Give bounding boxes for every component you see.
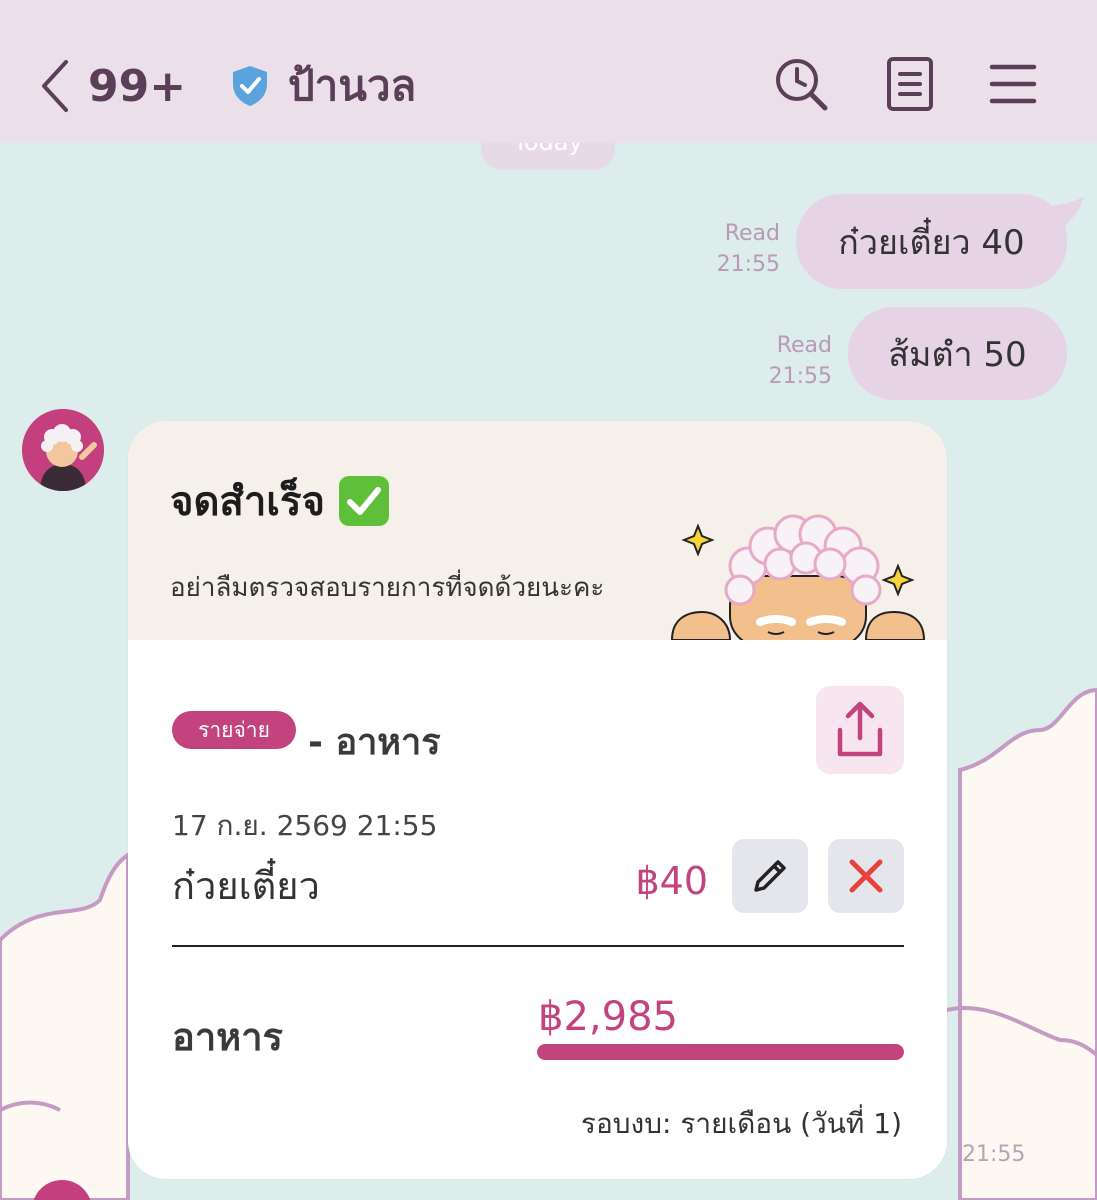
- budget-label: อาหาร: [172, 1015, 283, 1059]
- card-subtitle: อย่าลืมตรวจสอบรายการที่จดด้วยนะคะ: [170, 573, 605, 603]
- pencil-icon: [754, 860, 786, 892]
- notes-button[interactable]: [882, 56, 938, 112]
- chat-title: ป้านวล: [288, 61, 417, 110]
- read-status: Read: [724, 221, 780, 246]
- item-price: ฿40: [635, 859, 708, 903]
- back-chevron-icon: [42, 60, 68, 112]
- sent-message[interactable]: ส้มตำ 50: [848, 307, 1067, 400]
- card-header: จดสำเร็จ อย่าลืมตรวจสอบรายการที่จดด้วยนะ…: [128, 421, 947, 640]
- avatar[interactable]: [22, 409, 104, 491]
- card-title: จดสำเร็จ: [170, 469, 389, 533]
- chat-header: 99+ ป้านวล: [0, 0, 1097, 143]
- record-datetime: 17 ก.ย. 2569 21:55: [172, 809, 438, 842]
- read-status: Read: [776, 333, 832, 358]
- message-time: 21:55: [962, 1142, 1026, 1167]
- close-icon: [849, 859, 883, 893]
- delete-button[interactable]: [828, 839, 904, 913]
- back-button[interactable]: 99+: [38, 56, 188, 116]
- category-title: - อาหาร: [308, 722, 441, 763]
- message-meta: Read 21:55: [752, 330, 832, 392]
- verified-shield-icon: [233, 66, 267, 106]
- share-button[interactable]: [816, 686, 904, 774]
- budget-progress-fill: [537, 1044, 904, 1060]
- message-text: ส้มตำ 50: [888, 334, 1027, 375]
- message-time: 21:55: [768, 364, 832, 389]
- item-name: ก๋วยเตี๋ยว: [172, 864, 320, 908]
- chat-title-area[interactable]: ป้านวล: [230, 58, 416, 114]
- message-text: ก๋วยเตี๋ยว 40: [838, 222, 1025, 263]
- card-title-text: จดสำเร็จ: [170, 479, 325, 525]
- notes-icon: [887, 57, 933, 111]
- check-mark-icon: [338, 476, 389, 526]
- record-card: จดสำเร็จ อย่าลืมตรวจสอบรายการที่จดด้วยนะ…: [128, 421, 947, 1179]
- message-meta: Read 21:55: [700, 218, 780, 280]
- budget-progress-bar: [537, 1044, 904, 1060]
- edit-button[interactable]: [732, 839, 808, 913]
- search-history-button[interactable]: [773, 56, 829, 112]
- budget-amount: ฿2,985: [538, 994, 678, 1040]
- menu-button[interactable]: [985, 56, 1041, 112]
- share-icon: [837, 701, 883, 757]
- search-history-icon: [776, 59, 828, 111]
- divider: [172, 945, 904, 947]
- grandma-sticker-icon: [670, 514, 926, 640]
- budget-period: รอบงบ: รายเดือน (วันที่ 1): [580, 1107, 902, 1140]
- sent-message[interactable]: ก๋วยเตี๋ยว 40: [796, 194, 1067, 289]
- grandma-avatar-icon: [22, 409, 104, 491]
- message-time: 21:55: [716, 252, 780, 277]
- menu-icon: [989, 64, 1037, 104]
- expense-tag: รายจ่าย: [172, 711, 296, 749]
- unread-count: 99+: [88, 60, 187, 112]
